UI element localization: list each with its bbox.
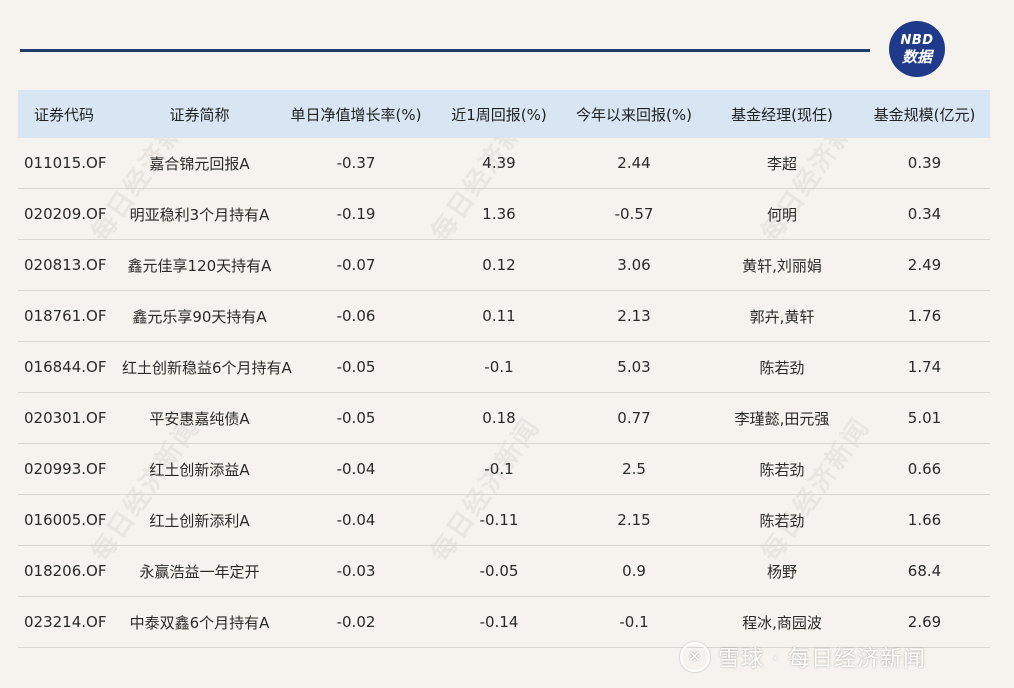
cell-ytd-return: 0.77 [617,409,651,427]
cell-name: 永赢浩益一年定开 [139,562,260,581]
cell-ytd-return: 0.9 [622,562,646,580]
cell-ytd-return: 3.06 [617,256,651,274]
fund-table: 证券代码 证券简称 单日净值增长率(%) 近1周回报(%) 今年以来回报(%) … [18,90,990,648]
cell-week-return: -0.11 [479,511,519,529]
table-row: 020993.OF 红土创新添益A -0.04 -0.1 2.5 陈若劲 0.66 [18,444,990,495]
cell-daily-nav-growth: -0.19 [336,205,376,223]
cell-code: 018206.OF [24,562,107,580]
cell-manager: 李瑾懿,田元强 [734,409,830,428]
cell-fund-size: 1.66 [907,511,942,529]
cell-name: 鑫元佳享120天持有A [127,256,272,275]
xueqiu-icon: ※ [680,642,710,672]
cell-code: 016844.OF [24,358,107,376]
cell-fund-size: 2.69 [907,613,942,631]
cell-ytd-return: 2.15 [617,511,651,529]
table-row: 020301.OF 平安惠嘉纯债A -0.05 0.18 0.77 李瑾懿,田元强 5.01 [18,393,990,444]
cell-week-return: 4.39 [482,154,516,172]
cell-ytd-return: 2.5 [622,460,646,478]
column-header-code: 证券代码 [34,105,95,124]
column-header-week-return: 近1周回报(%) [451,105,547,124]
cell-code: 020993.OF [24,460,107,478]
cell-daily-nav-growth: -0.04 [336,460,376,478]
table-row: 020209.OF 明亚稳利3个月持有A -0.19 1.36 -0.57 何明 0.34 [18,189,990,240]
cell-ytd-return: 5.03 [617,358,651,376]
cell-name: 红土创新稳益6个月持有A [122,358,292,377]
cell-daily-nav-growth: -0.02 [336,613,376,631]
cell-daily-nav-growth: -0.07 [336,256,376,274]
cell-manager: 郭卉,黄轩 [749,307,815,326]
cell-daily-nav-growth: -0.37 [336,154,376,172]
cell-week-return: 0.12 [482,256,516,274]
cell-fund-size: 2.49 [907,256,942,274]
cell-name: 红土创新添益A [149,460,250,479]
table-header: 证券代码 证券简称 单日净值增长率(%) 近1周回报(%) 今年以来回报(%) … [18,90,990,138]
cell-fund-size: 1.76 [907,307,942,325]
cell-daily-nav-growth: -0.05 [336,409,376,427]
cell-fund-size: 0.39 [907,154,942,172]
cell-ytd-return: 2.44 [617,154,651,172]
table-body: 011015.OF 嘉合锦元回报A -0.37 4.39 2.44 李超 0.39 02020… [18,138,990,648]
cell-code: 020813.OF [24,256,107,274]
cell-manager: 杨野 [766,562,797,581]
column-header-daily-nav-growth: 单日净值增长率(%) [290,105,422,124]
footer-brand-text: 雪球 · 每日经济新闻 [718,647,926,672]
cell-name: 明亚稳利3个月持有A [129,205,270,224]
cell-fund-size: 1.74 [907,358,942,376]
column-header-ytd-return: 今年以来回报(%) [576,105,692,124]
cell-week-return: 0.18 [482,409,516,427]
nbd-data-logo: NBD 数据 [889,21,945,77]
cell-fund-size: 0.34 [907,205,942,223]
cell-daily-nav-growth: -0.05 [336,358,376,376]
cell-manager: 黄轩,刘丽娟 [742,256,822,275]
cell-daily-nav-growth: -0.04 [336,511,376,529]
cell-week-return: -0.05 [479,562,519,580]
cell-manager: 陈若劲 [759,460,805,479]
footer-brand: ※ 雪球 · 每日经济新闻 [680,640,926,674]
cell-name: 中泰双鑫6个月持有A [129,613,270,632]
logo-bottom-text: 数据 [901,47,932,66]
cell-code: 011015.OF [24,154,107,172]
cell-ytd-return: -0.1 [619,613,649,631]
cell-daily-nav-growth: -0.06 [336,307,376,325]
cell-week-return: 1.36 [482,205,516,223]
cell-week-return: -0.1 [484,358,514,376]
cell-code: 023214.OF [24,613,107,631]
table-row: 016844.OF 红土创新稳益6个月持有A -0.05 -0.1 5.03 陈若劲 1.7… [18,342,990,393]
cell-week-return: -0.1 [484,460,514,478]
cell-manager: 李超 [766,154,797,173]
table-row: 018761.OF 鑫元乐享90天持有A -0.06 0.11 2.13 郭卉,黄轩 1.7… [18,291,990,342]
cell-fund-size: 5.01 [907,409,942,427]
column-header-fund-size: 基金规模(亿元) [873,105,976,124]
cell-name: 红土创新添利A [149,511,250,530]
table-row: 020813.OF 鑫元佳享120天持有A -0.07 0.12 3.06 黄轩,刘丽娟 2… [18,240,990,291]
cell-code: 020209.OF [24,205,107,223]
cell-daily-nav-growth: -0.03 [336,562,376,580]
table-row: 018206.OF 永赢浩益一年定开 -0.03 -0.05 0.9 杨野 68.4 [18,546,990,597]
cell-code: 020301.OF [24,409,107,427]
column-header-manager: 基金经理(现任) [731,105,833,124]
cell-ytd-return: 2.13 [617,307,651,325]
cell-code: 016005.OF [24,511,107,529]
cell-ytd-return: -0.57 [614,205,654,223]
table-row: 016005.OF 红土创新添利A -0.04 -0.11 2.15 陈若劲 1.66 [18,495,990,546]
cell-fund-size: 68.4 [907,562,942,580]
logo-top-text: NBD [900,32,934,48]
cell-fund-size: 0.66 [907,460,942,478]
cell-name: 平安惠嘉纯债A [149,409,250,428]
cell-code: 018761.OF [24,307,107,325]
cell-week-return: -0.14 [479,613,519,631]
cell-manager: 陈若劲 [759,511,805,530]
cell-manager: 程冰,商园波 [742,613,822,632]
cell-week-return: 0.11 [482,307,516,325]
cell-name: 嘉合锦元回报A [149,154,250,173]
table-row: 011015.OF 嘉合锦元回报A -0.37 4.39 2.44 李超 0.39 [18,138,990,189]
cell-manager: 何明 [766,205,797,224]
top-divider [20,49,870,52]
cell-manager: 陈若劲 [759,358,805,377]
column-header-name: 证券简称 [169,105,230,124]
cell-name: 鑫元乐享90天持有A [132,307,267,326]
